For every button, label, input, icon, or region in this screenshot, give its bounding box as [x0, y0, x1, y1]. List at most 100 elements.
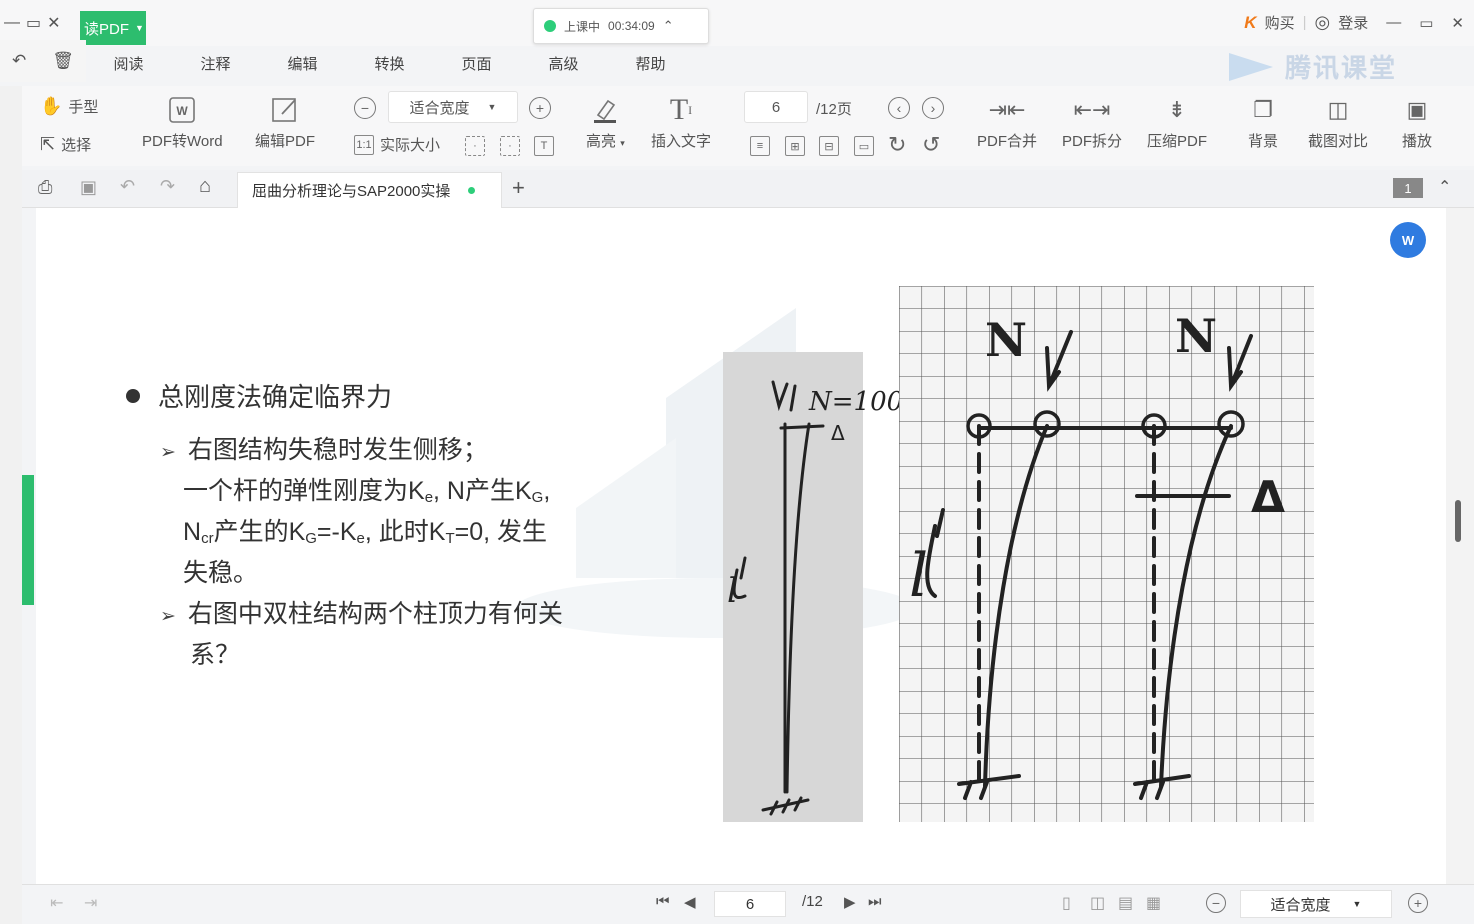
menu-edit[interactable]: 编辑 — [259, 50, 346, 80]
rotate-right-icon[interactable]: ↺ — [922, 132, 940, 158]
page-number-value: 6 — [771, 98, 781, 116]
fit-layout-icon[interactable]: ▭ — [854, 136, 874, 156]
live-indicator-icon — [544, 20, 556, 32]
close-icon[interactable]: ✕ — [1451, 14, 1464, 32]
hand-tool[interactable]: ✋ 手型 — [40, 96, 98, 117]
background-label: 背景 — [1248, 133, 1279, 150]
prev-page-icon[interactable]: ‹ — [888, 97, 910, 119]
rotate-left-icon[interactable]: ↻ — [888, 132, 906, 158]
two-column-sketch: N N Δ l — [899, 286, 1314, 822]
highlighter-icon — [590, 94, 620, 126]
prev-page-icon[interactable]: ◀ — [684, 893, 696, 911]
nav-back-icon[interactable]: ⇤ — [50, 893, 63, 913]
single-view-icon[interactable]: ▯ — [1062, 893, 1071, 913]
tencent-logo-icon — [1229, 52, 1273, 81]
home-icon[interactable]: ⌂ — [199, 175, 211, 198]
vertical-scrollbar[interactable] — [1446, 208, 1474, 884]
collapse-icon[interactable]: ⌃ — [1438, 177, 1451, 197]
play-button[interactable]: ▣ 播放 — [1402, 94, 1432, 151]
trash-icon[interactable]: 🗑 — [52, 51, 74, 71]
edit-pdf-label: 编辑PDF — [255, 133, 316, 150]
continuous-page-icon[interactable]: ⊟ — [819, 136, 839, 156]
class-status-pill[interactable]: 上课中 00:34:09 ⌃ — [533, 8, 709, 44]
print-icon[interactable]: ⎙ — [38, 177, 52, 198]
bottom-page-input[interactable]: 6 — [714, 891, 786, 917]
document-tab[interactable]: 屈曲分析理论与SAP2000实操 — [237, 172, 502, 208]
scrollbar-thumb[interactable] — [1455, 500, 1461, 542]
login-link[interactable]: 登录 — [1338, 12, 1368, 33]
minimize-icon[interactable]: — — [1386, 14, 1401, 31]
actual-size-button[interactable]: 1:1 实际大小 — [354, 134, 440, 155]
maximize-icon[interactable]: ▭ — [1419, 14, 1433, 32]
fit-width-icon[interactable]: · — [500, 136, 520, 156]
class-status-label: 上课中 — [564, 19, 601, 34]
app-name: 读PDF — [84, 20, 130, 38]
bullet-heading-text: 总刚度法确定临界力 — [158, 382, 393, 412]
quick-actions: ↶ 🗑 — [0, 40, 86, 82]
arrow-bullet-icon: ➢ — [160, 442, 176, 463]
undo-icon[interactable]: ↶ — [12, 51, 26, 71]
chevron-up-icon[interactable]: ⌃ — [663, 18, 674, 34]
book-view-icon[interactable]: ▦ — [1146, 893, 1161, 913]
menu-help[interactable]: 帮助 — [607, 50, 694, 80]
restore-icon[interactable]: ▭ — [26, 13, 41, 33]
fit-page-icon[interactable]: · — [465, 136, 485, 156]
buy-link[interactable]: 购买 — [1265, 12, 1295, 33]
next-page-icon[interactable]: › — [922, 97, 944, 119]
convert-to-word-fab[interactable]: W — [1390, 222, 1426, 258]
sub-point-1-line-2: 一个杆的弹性刚度为Ke, N产生KG, — [183, 477, 551, 506]
redo-icon[interactable]: ↷ — [160, 176, 175, 197]
zoom-select[interactable]: 适合宽度 ▼ — [388, 91, 518, 123]
undo-icon[interactable]: ↶ — [120, 176, 135, 197]
last-page-icon[interactable]: ⏭ — [868, 893, 882, 910]
menu-read[interactable]: 阅读 — [85, 50, 172, 80]
play-icon: ▣ — [1406, 97, 1428, 122]
title-bar: — ▭ ✕ 读PDF ▼ 上课中 00:34:09 ⌃ K 购买 | ◎ 登录 … — [0, 0, 1474, 46]
pdf-to-word-button[interactable]: W PDF转Word — [142, 94, 223, 151]
text-select-icon[interactable]: T — [534, 136, 554, 156]
pdf-split-button[interactable]: ⇤⇥ PDF拆分 — [1062, 94, 1122, 151]
next-page-icon[interactable]: ▶ — [844, 893, 856, 911]
chevron-down-icon: ▼ — [135, 23, 144, 33]
screenshot-compare-label: 截图对比 — [1308, 133, 1369, 150]
zoom-in-icon[interactable]: + — [529, 97, 551, 119]
minimize-icon[interactable]: — — [4, 14, 20, 32]
select-tool-label: 选择 — [61, 137, 92, 154]
menu-page[interactable]: 页面 — [433, 50, 520, 80]
screenshot-compare-button[interactable]: ◫ 截图对比 — [1308, 94, 1368, 151]
menu-advanced[interactable]: 高级 — [520, 50, 607, 80]
highlight-button[interactable]: 高亮 ▾ — [586, 94, 625, 151]
insert-text-button[interactable]: TI 插入文字 — [651, 93, 711, 151]
nav-forward-icon[interactable]: ⇥ — [84, 893, 97, 913]
edit-pdf-button[interactable]: 编辑PDF — [255, 94, 315, 151]
zoom-in-icon[interactable]: + — [1408, 893, 1428, 913]
user-icon: ◎ — [1314, 12, 1331, 32]
app-menu-button[interactable]: 读PDF ▼ — [80, 11, 146, 45]
zoom-out-icon[interactable]: − — [354, 97, 376, 119]
sub-point-2-line-2: 系？ — [190, 641, 241, 669]
menu-convert[interactable]: 转换 — [346, 50, 433, 80]
single-page-icon[interactable]: ≡ — [750, 136, 770, 156]
zoom-select-value: 适合宽度 — [409, 99, 470, 117]
double-page-icon[interactable]: ⊞ — [785, 136, 805, 156]
zoom-out-icon[interactable]: − — [1206, 893, 1226, 913]
continuous-view-icon[interactable]: ▤ — [1118, 893, 1133, 913]
compress-pdf-button[interactable]: ⇟ 压缩PDF — [1147, 94, 1207, 151]
two-page-view-icon[interactable]: ◫ — [1090, 893, 1105, 913]
sketch1-load-label: N=100 — [808, 387, 903, 417]
first-page-icon[interactable]: ⏮ — [656, 893, 670, 910]
page-number-input[interactable]: 6 — [744, 91, 808, 123]
hand-tool-label: 手型 — [68, 99, 99, 116]
pdf-merge-button[interactable]: ⇥⇤ PDF合并 — [977, 94, 1037, 151]
add-tab-icon[interactable]: + — [512, 175, 525, 201]
bottom-page-value: 6 — [745, 895, 755, 913]
select-tool[interactable]: ⇱ 选择 — [40, 134, 91, 155]
side-panel-handle[interactable] — [22, 475, 34, 605]
background-button[interactable]: ❐ 背景 — [1248, 94, 1278, 151]
sub-point-1-line-1: ➢ 右图结构失稳时发生侧移； — [160, 436, 488, 464]
compare-icon: ◫ — [1327, 97, 1349, 122]
menu-annotate[interactable]: 注释 — [172, 50, 259, 80]
save-icon[interactable]: ▣ — [80, 177, 97, 198]
close-icon[interactable]: ✕ — [47, 13, 60, 33]
bottom-zoom-select[interactable]: 适合宽度 ▼ — [1240, 890, 1392, 918]
